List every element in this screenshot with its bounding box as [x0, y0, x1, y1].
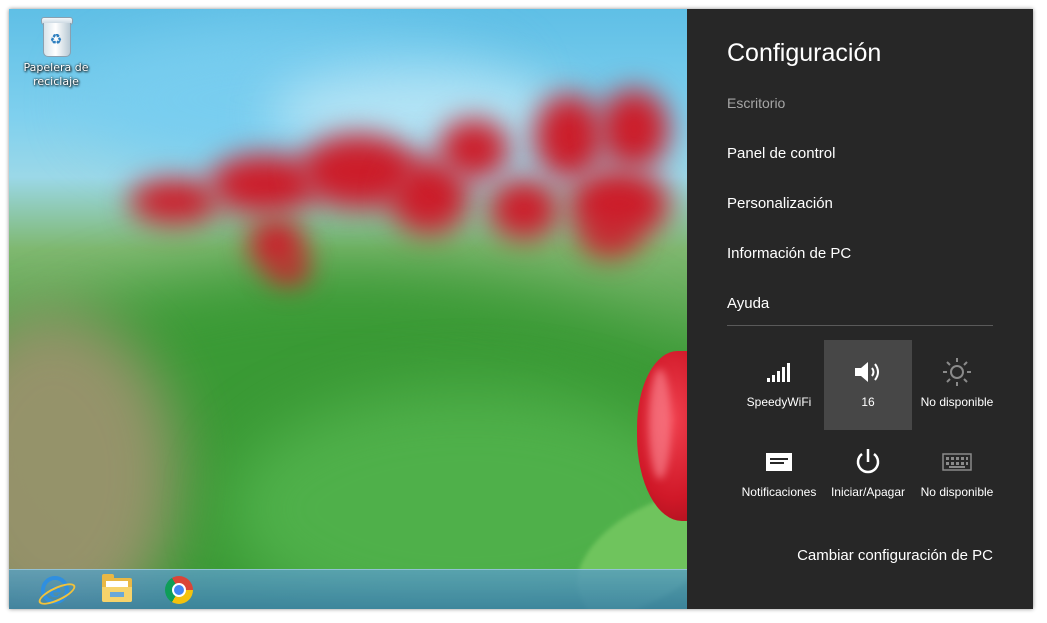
personalization-link[interactable]: Personalización [727, 195, 833, 212]
taskbar-chrome[interactable] [152, 572, 206, 608]
taskbar-internet-explorer[interactable]: e [28, 572, 82, 609]
brightness-icon [913, 358, 1001, 386]
wifi-signal-icon [735, 358, 823, 386]
wallpaper-tulip [129, 179, 219, 224]
network-tile[interactable]: SpeedyWiFi [735, 340, 823, 430]
keyboard-tile[interactable]: No disponible [913, 430, 1001, 520]
recycle-bin-label: Papelera de reciclaje [23, 61, 89, 88]
speaker-icon [824, 358, 912, 386]
charm-context-label: Escritorio [727, 95, 786, 111]
wallpaper-tulip [439, 119, 509, 179]
taskbar: e [9, 569, 687, 609]
wallpaper-tulip [579, 209, 639, 259]
wallpaper-tulip [489, 179, 559, 239]
brightness-tile[interactable]: No disponible [913, 340, 1001, 430]
brightness-label: No disponible [920, 395, 994, 409]
wallpaper-tulip [534, 94, 604, 179]
keyboard-label: No disponible [920, 485, 994, 499]
screen: ♻ Papelera de reciclaje e Configuración … [9, 9, 1033, 609]
wallpaper-tulip-highlight [649, 369, 671, 479]
chrome-icon [165, 576, 193, 604]
wallpaper-tulip [269, 254, 309, 284]
settings-charm: Configuración Escritorio Panel de contro… [687, 9, 1033, 609]
notifications-icon [735, 448, 823, 476]
keyboard-icon [913, 448, 1001, 476]
charm-divider [727, 325, 993, 326]
charm-title: Configuración [727, 39, 882, 67]
notifications-tile[interactable]: Notificaciones [735, 430, 823, 520]
power-icon [824, 448, 912, 476]
wallpaper-tulip [599, 89, 669, 169]
recycle-bin-icon: ♻ [40, 17, 73, 57]
recycle-bin-shortcut[interactable]: ♻ Papelera de reciclaje [17, 17, 95, 89]
volume-tile[interactable]: 16 [824, 340, 912, 430]
power-tile[interactable]: Iniciar/Apagar [824, 430, 912, 520]
desktop[interactable]: ♻ Papelera de reciclaje e [9, 9, 687, 609]
change-pc-settings-link[interactable]: Cambiar configuración de PC [797, 547, 993, 564]
internet-explorer-icon: e [35, 576, 79, 609]
help-link[interactable]: Ayuda [727, 295, 769, 312]
file-explorer-icon [102, 574, 132, 602]
pc-info-link[interactable]: Información de PC [727, 245, 851, 262]
taskbar-file-explorer[interactable] [90, 572, 144, 608]
control-panel-link[interactable]: Panel de control [727, 145, 835, 162]
